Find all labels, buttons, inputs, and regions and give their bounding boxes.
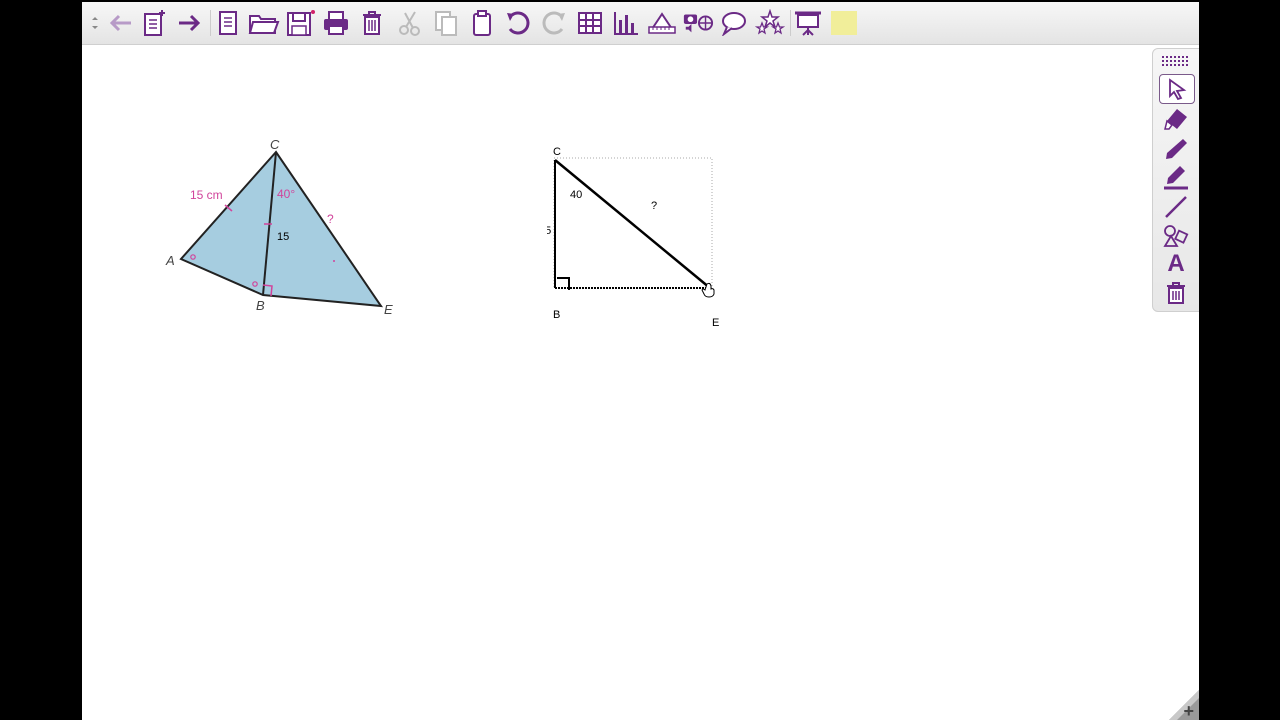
shapes-icon[interactable] — [1159, 222, 1193, 250]
pen-icon[interactable] — [1159, 135, 1193, 163]
copy-icon[interactable] — [430, 7, 462, 39]
text-icon[interactable]: A — [1159, 250, 1193, 278]
side-ac-length: 15 cm — [190, 188, 223, 202]
label-c: C — [553, 146, 561, 158]
whiteboard-app: C A B E 15 cm 40° ? 15 C 40 ? 15 B E — [82, 2, 1199, 720]
bar-chart-icon[interactable] — [610, 7, 642, 39]
label-e: E — [712, 317, 719, 329]
center-dot — [333, 260, 335, 262]
back-arrow-icon[interactable] — [104, 7, 136, 39]
label-c: C — [270, 137, 280, 152]
redo-icon[interactable] — [538, 7, 570, 39]
clipboard-icon[interactable] — [466, 7, 498, 39]
forward-arrow-icon[interactable] — [174, 7, 206, 39]
page-corner-add[interactable]: + — [1169, 690, 1199, 720]
textbook-figure-image[interactable]: C A B E 15 cm 40° ? 15 — [162, 133, 402, 323]
label-b: B — [256, 298, 265, 313]
plus-icon: + — [1183, 701, 1194, 720]
open-folder-icon[interactable] — [248, 7, 280, 39]
label-b: B — [553, 309, 560, 321]
angle-value: 40 — [570, 189, 582, 201]
label-a: A — [165, 253, 175, 268]
handwritten-15: 15 — [277, 231, 289, 243]
trash-icon[interactable] — [356, 7, 388, 39]
text-tool-glyph: A — [1167, 250, 1185, 277]
speech-bubble-icon[interactable] — [718, 7, 750, 39]
side-value: 15 — [547, 225, 551, 237]
new-page-icon[interactable] — [138, 7, 170, 39]
quadrilateral-shape — [179, 150, 384, 308]
hypotenuse-ce — [554, 159, 711, 289]
document-icon[interactable] — [212, 7, 244, 39]
table-icon[interactable] — [574, 7, 606, 39]
scissors-icon[interactable] — [394, 7, 426, 39]
presentation-icon[interactable] — [792, 7, 824, 39]
tool-sidebar: A — [1152, 48, 1199, 312]
right-triangle-drawing[interactable]: C 40 ? 15 B E — [547, 143, 727, 343]
media-icon[interactable] — [682, 7, 714, 39]
delete-icon[interactable] — [1159, 279, 1193, 307]
save-icon[interactable] — [284, 7, 316, 39]
highlighter-icon[interactable] — [1159, 164, 1193, 192]
top-toolbar — [82, 2, 1199, 45]
toolbar-separator — [210, 10, 211, 36]
sticky-note-icon[interactable] — [828, 7, 860, 39]
shapes-stars-icon[interactable] — [754, 7, 786, 39]
select-pointer-icon[interactable] — [1159, 74, 1195, 104]
sticky-note-swatch — [831, 11, 857, 35]
keyboard-grid-icon[interactable] — [1159, 52, 1193, 72]
angle-c-value: 40° — [277, 187, 295, 201]
toolbar-separator — [790, 10, 791, 36]
print-icon[interactable] — [320, 7, 352, 39]
geometry-tools-icon[interactable] — [646, 7, 678, 39]
unknown-side: ? — [327, 212, 334, 226]
unknown-side: ? — [651, 200, 657, 212]
eraser-icon[interactable] — [1159, 105, 1193, 133]
label-e: E — [384, 302, 393, 317]
line-icon[interactable] — [1159, 193, 1193, 221]
undo-icon[interactable] — [502, 7, 534, 39]
whiteboard-canvas[interactable]: C A B E 15 cm 40° ? 15 C 40 ? 15 B E — [82, 45, 1199, 720]
